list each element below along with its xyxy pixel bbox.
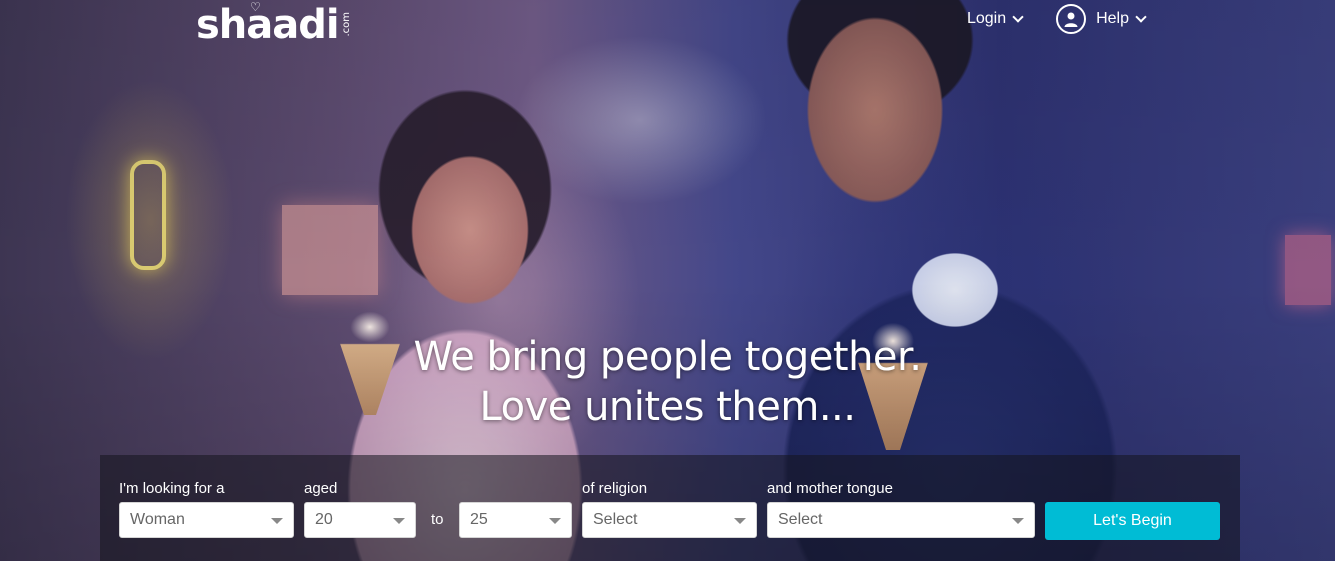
aged-label: aged [304, 480, 338, 497]
caret-down-icon [393, 518, 405, 524]
user-circle-icon [1056, 4, 1087, 34]
tagline-line-1: We bring people together. [413, 334, 922, 380]
login-menu[interactable]: Login [966, 10, 1024, 28]
partner-search-panel: I'm looking for a Woman aged 20 to 25 of… [100, 455, 1240, 561]
logo-suffix: .com [340, 12, 352, 37]
looking-for-select[interactable]: Woman [119, 502, 294, 538]
age-from-select[interactable]: 20 [304, 502, 416, 538]
caret-down-icon [271, 518, 283, 524]
religion-select[interactable]: Select [582, 502, 757, 538]
heart-icon: ♡ [250, 0, 261, 14]
age-to-value: 25 [470, 511, 488, 528]
tagline-line-2: Love unites them... [479, 384, 856, 430]
age-to-select[interactable]: 25 [459, 502, 572, 538]
top-nav: Login Help [966, 4, 1147, 34]
mother-tongue-select[interactable]: Select [767, 502, 1035, 538]
help-label: Help [1096, 10, 1129, 27]
help-menu[interactable]: Help [1056, 4, 1147, 34]
chevron-down-icon [1135, 11, 1147, 23]
chevron-down-icon [1012, 11, 1024, 23]
mother-tongue-label: and mother tongue [767, 480, 893, 497]
age-from-value: 20 [315, 511, 333, 528]
looking-for-value: Woman [130, 511, 185, 528]
caret-down-icon [734, 518, 746, 524]
religion-label: of religion [582, 480, 648, 497]
caret-down-icon [1012, 518, 1024, 524]
mother-tongue-value: Select [778, 511, 823, 528]
looking-for-label: I'm looking for a [119, 480, 225, 497]
caret-down-icon [549, 518, 561, 524]
shaadi-logo[interactable]: shaadi .com ♡ [196, 0, 352, 48]
age-to-separator: to [431, 511, 444, 528]
religion-value: Select [593, 511, 638, 528]
lets-begin-button[interactable]: Let's Begin [1045, 502, 1220, 540]
hero-tagline: We bring people together. Love unites th… [0, 332, 1335, 432]
logo-text: shaadi [196, 2, 340, 48]
login-label: Login [966, 10, 1007, 27]
